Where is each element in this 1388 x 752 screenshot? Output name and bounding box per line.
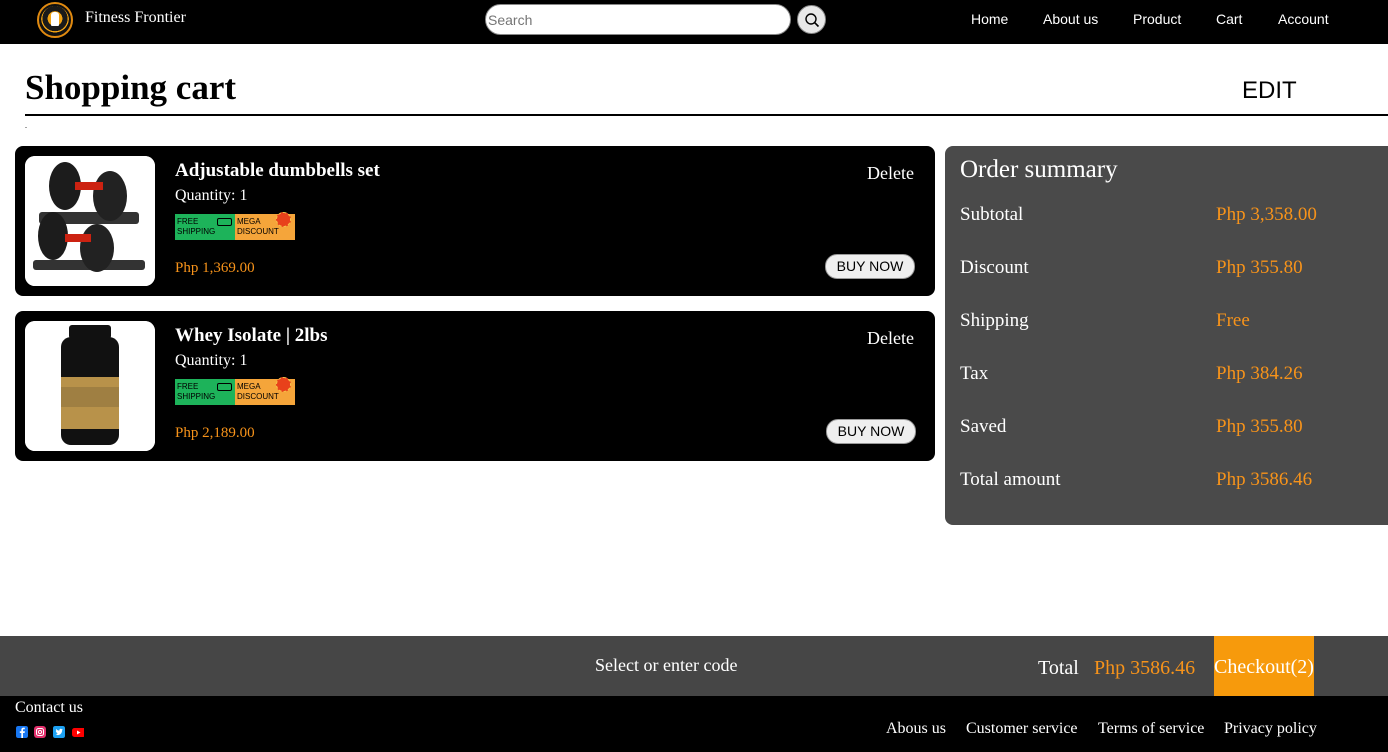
title-divider	[25, 114, 1388, 116]
buy-now-button[interactable]: BUY NOW	[826, 419, 916, 444]
summary-label-total: Total amount	[960, 469, 1061, 490]
promo-badge: FREE SHIPPING MEGA DISCOUNT	[175, 377, 295, 405]
promo-badge: FREE SHIPPING MEGA DISCOUNT	[175, 212, 295, 240]
free-shipping-badge: FREE SHIPPING	[177, 382, 216, 401]
product-image-dumbbells[interactable]	[25, 156, 155, 286]
summary-label-shipping: Shipping	[960, 310, 1029, 331]
youtube-icon[interactable]	[72, 726, 84, 738]
summary-value-saved: Php 355.80	[1216, 416, 1303, 437]
item-quantity: Quantity: 1	[175, 352, 248, 369]
footer-about-link[interactable]: Abous us	[886, 720, 946, 738]
dumbbells-image-icon	[25, 156, 155, 286]
order-summary-panel: Order summary Subtotal Php 3,358.00 Disc…	[945, 146, 1388, 525]
footer-privacy-link[interactable]: Privacy policy	[1224, 720, 1317, 738]
brand-name[interactable]: Fitness Frontier	[85, 9, 186, 27]
nav-account-link[interactable]: Account	[1278, 11, 1329, 27]
cart-item: Whey Isolate | 2lbs Quantity: 1 FREE SHI…	[15, 311, 935, 461]
delete-button[interactable]: Delete	[867, 163, 914, 184]
item-name[interactable]: Whey Isolate | 2lbs	[175, 325, 328, 347]
order-summary-title: Order summary	[960, 156, 1118, 183]
total-value: Php 3586.46	[1094, 657, 1196, 679]
checkout-bar: Select or enter code Total Php 3586.46 C…	[0, 636, 1388, 696]
footer: Contact us Abous us Customer service Ter…	[0, 696, 1388, 752]
product-image-whey[interactable]	[25, 321, 155, 451]
checkout-button[interactable]: Checkout(2)	[1214, 636, 1314, 696]
discount-seal-icon	[276, 377, 291, 392]
top-navbar: Fitness Frontier Home About us Product C…	[0, 0, 1388, 44]
summary-value-discount: Php 355.80	[1216, 257, 1303, 278]
item-name[interactable]: Adjustable dumbbells set	[175, 160, 380, 182]
delete-button[interactable]: Delete	[867, 328, 914, 349]
buy-now-button[interactable]: BUY NOW	[825, 254, 915, 279]
item-price: Php 1,369.00	[175, 260, 255, 276]
summary-label-subtotal: Subtotal	[960, 204, 1024, 225]
summary-value-total: Php 3586.46	[1216, 469, 1313, 490]
search-input[interactable]	[485, 4, 791, 35]
summary-value-shipping: Free	[1216, 310, 1250, 331]
twitter-icon[interactable]	[53, 726, 65, 738]
search-icon	[805, 13, 820, 28]
summary-label-discount: Discount	[960, 257, 1029, 278]
mega-discount-badge: MEGA DISCOUNT	[237, 382, 279, 401]
footer-customer-service-link[interactable]: Customer service	[966, 720, 1078, 738]
stray-dot: .	[25, 121, 27, 130]
truck-icon	[217, 383, 232, 391]
summary-value-tax: Php 384.26	[1216, 363, 1303, 384]
mega-discount-badge: MEGA DISCOUNT	[237, 217, 279, 236]
facebook-icon[interactable]	[16, 726, 28, 738]
item-price: Php 2,189.00	[175, 425, 255, 441]
whey-tub-image-icon	[25, 321, 155, 451]
promo-code-selector[interactable]: Select or enter code	[595, 655, 737, 676]
edit-button[interactable]: EDIT	[1242, 77, 1297, 105]
instagram-icon[interactable]	[34, 726, 46, 738]
summary-value-subtotal: Php 3,358.00	[1216, 204, 1317, 225]
brand-logo-icon[interactable]	[37, 2, 73, 38]
nav-product-link[interactable]: Product	[1133, 11, 1181, 27]
footer-terms-link[interactable]: Terms of service	[1098, 720, 1204, 738]
summary-label-saved: Saved	[960, 416, 1007, 437]
nav-cart-link[interactable]: Cart	[1216, 11, 1242, 27]
discount-seal-icon	[276, 212, 291, 227]
cart-item: Adjustable dumbbells set Quantity: 1 FRE…	[15, 146, 935, 296]
nav-about-link[interactable]: About us	[1043, 11, 1098, 27]
summary-label-tax: Tax	[960, 363, 989, 384]
free-shipping-badge: FREE SHIPPING	[177, 217, 216, 236]
page-title: Shopping cart	[25, 68, 237, 107]
truck-icon	[217, 218, 232, 226]
search-button[interactable]	[797, 5, 826, 34]
nav-home-link[interactable]: Home	[971, 11, 1008, 27]
contact-us-label: Contact us	[15, 699, 83, 716]
item-quantity: Quantity: 1	[175, 187, 248, 204]
total-label: Total	[1038, 657, 1079, 679]
